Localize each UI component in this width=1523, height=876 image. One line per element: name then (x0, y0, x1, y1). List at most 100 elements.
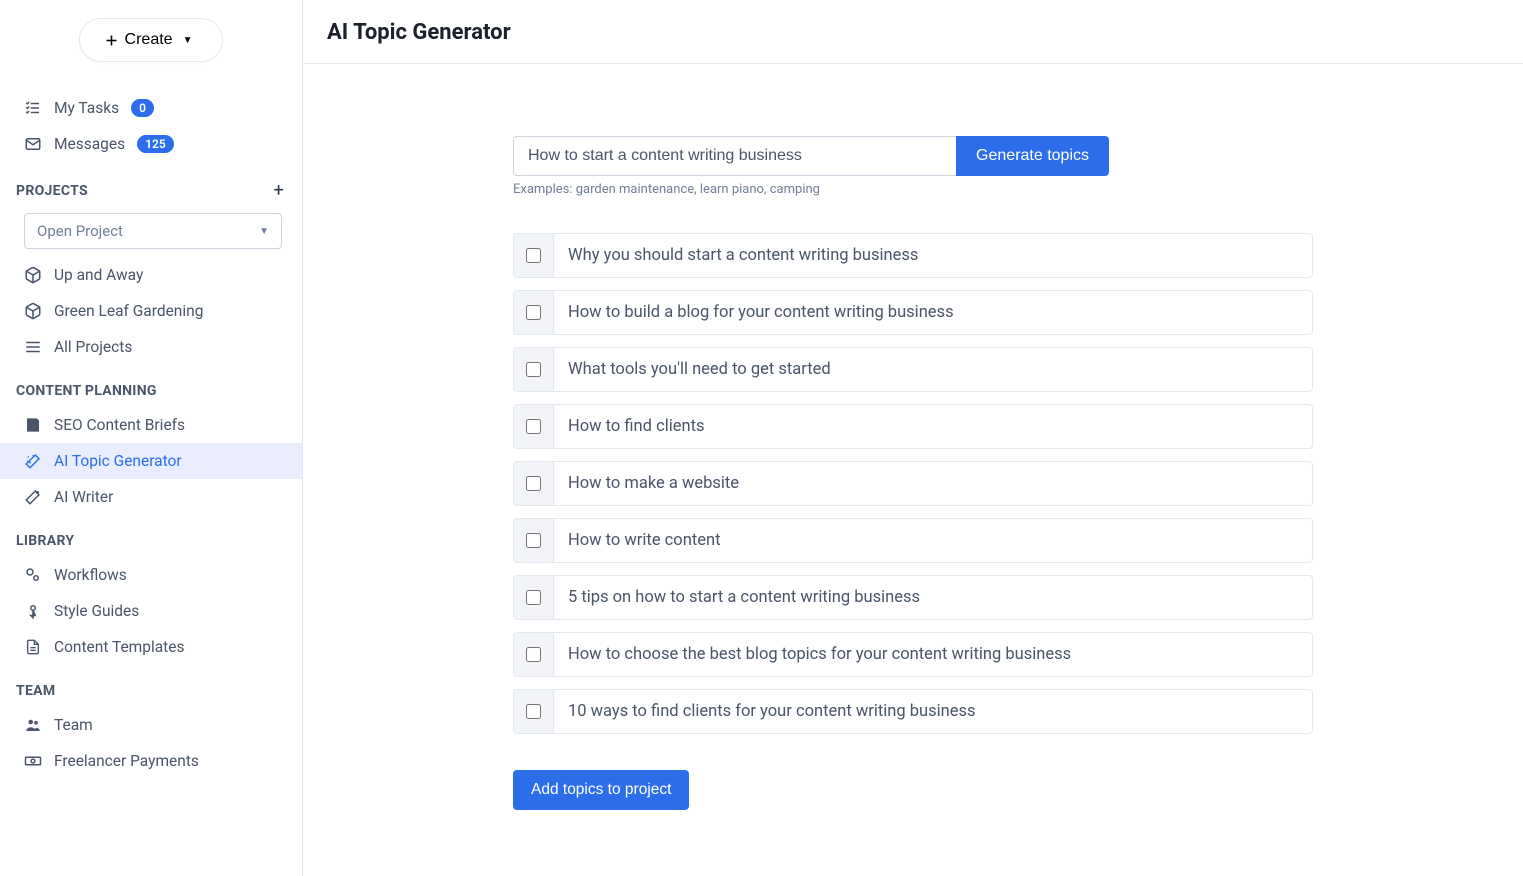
sidebar-item-all-projects[interactable]: All Projects (0, 329, 302, 365)
wand-icon (24, 488, 42, 506)
open-project-select[interactable]: Open Project ▼ (24, 213, 282, 249)
sidebar-item-label: All Projects (54, 338, 132, 356)
topic-checkbox-wrap (514, 462, 554, 505)
section-head-label: LIBRARY (16, 533, 74, 549)
chevron-down-icon: ▼ (259, 226, 269, 237)
section-head-label: PROJECTS (16, 183, 88, 199)
topic-text: Why you should start a content writing b… (554, 234, 1312, 277)
topic-checkbox[interactable] (526, 704, 541, 719)
topic-checkbox-wrap (514, 576, 554, 619)
plus-icon (104, 33, 119, 48)
sidebar-item-messages[interactable]: Messages 125 (0, 126, 302, 162)
create-button[interactable]: Create ▼ (79, 18, 224, 62)
box-icon (24, 266, 42, 284)
examples-text: Examples: garden maintenance, learn pian… (513, 182, 1313, 197)
badge-count: 125 (137, 135, 174, 153)
topic-text: 5 tips on how to start a content writing… (554, 576, 1312, 619)
topic-checkbox-wrap (514, 291, 554, 334)
add-topics-button[interactable]: Add topics to project (513, 770, 689, 810)
box-icon (24, 302, 42, 320)
topic-checkbox-wrap (514, 519, 554, 562)
sidebar-item-label: Freelancer Payments (54, 752, 199, 770)
topic-row: How to build a blog for your content wri… (513, 290, 1313, 335)
badge-count: 0 (131, 99, 154, 117)
topic-text: How to choose the best blog topics for y… (554, 633, 1312, 676)
sidebar-item-label: AI Writer (54, 488, 113, 506)
main: AI Topic Generator Generate topics Examp… (303, 0, 1523, 876)
topic-checkbox-wrap (514, 348, 554, 391)
topic-row: Why you should start a content writing b… (513, 233, 1313, 278)
topic-row: How to write content (513, 518, 1313, 563)
topic-checkbox-wrap (514, 633, 554, 676)
topic-text: What tools you'll need to get started (554, 348, 1312, 391)
generate-topics-button[interactable]: Generate topics (956, 136, 1109, 176)
topic-input[interactable] (513, 136, 956, 176)
sidebar-item-label: SEO Content Briefs (54, 416, 185, 434)
sidebar-item-workflows[interactable]: Workflows (0, 557, 302, 593)
topic-checkbox[interactable] (526, 248, 541, 263)
sidebar-item-my-tasks[interactable]: My Tasks 0 (0, 90, 302, 126)
file-icon (24, 638, 42, 656)
section-head-label: CONTENT PLANNING (16, 383, 157, 399)
create-label: Create (125, 31, 173, 49)
sidebar-item-style-guides[interactable]: Style Guides (0, 593, 302, 629)
money-icon (24, 752, 42, 770)
topic-checkbox-wrap (514, 690, 554, 733)
topic-text: How to build a blog for your content wri… (554, 291, 1312, 334)
tasks-icon (24, 99, 42, 117)
sidebar-item-label: Team (54, 716, 93, 734)
ruler-icon (24, 602, 42, 620)
magic-wand-icon (24, 452, 42, 470)
users-icon (24, 716, 42, 734)
menu-icon (24, 338, 42, 356)
sidebar-item-project[interactable]: Up and Away (0, 257, 302, 293)
sidebar-item-label: Messages (54, 135, 125, 153)
topic-checkbox-wrap (514, 405, 554, 448)
topic-row: 10 ways to find clients for your content… (513, 689, 1313, 734)
section-head-team: TEAM (0, 665, 302, 707)
topic-row: How to make a website (513, 461, 1313, 506)
sidebar: Create ▼ My Tasks 0 Messages 125 PROJECT… (0, 0, 303, 876)
topic-checkbox[interactable] (526, 362, 541, 377)
sidebar-item-seo-briefs[interactable]: SEO Content Briefs (0, 407, 302, 443)
topic-row: What tools you'll need to get started (513, 347, 1313, 392)
topic-checkbox[interactable] (526, 647, 541, 662)
sidebar-item-team[interactable]: Team (0, 707, 302, 743)
envelope-icon (24, 135, 42, 153)
topic-checkbox[interactable] (526, 305, 541, 320)
gears-icon (24, 566, 42, 584)
sidebar-item-label: Green Leaf Gardening (54, 302, 203, 320)
sidebar-item-ai-topic-generator[interactable]: AI Topic Generator (0, 443, 302, 479)
topic-text: 10 ways to find clients for your content… (554, 690, 1312, 733)
topic-row: How to choose the best blog topics for y… (513, 632, 1313, 677)
plus-icon[interactable]: + (273, 180, 284, 201)
topic-text: How to find clients (554, 405, 1312, 448)
sidebar-item-label: My Tasks (54, 99, 119, 117)
topic-row: 5 tips on how to start a content writing… (513, 575, 1313, 620)
sidebar-item-label: Content Templates (54, 638, 184, 656)
sidebar-item-label: Up and Away (54, 266, 143, 284)
section-head-content-planning: CONTENT PLANNING (0, 365, 302, 407)
sidebar-item-ai-writer[interactable]: AI Writer (0, 479, 302, 515)
note-icon (24, 417, 42, 433)
sidebar-item-label: Workflows (54, 566, 127, 584)
topic-checkbox[interactable] (526, 419, 541, 434)
topic-checkbox[interactable] (526, 476, 541, 491)
topic-checkbox-wrap (514, 234, 554, 277)
topic-row: How to find clients (513, 404, 1313, 449)
chevron-down-icon: ▼ (183, 35, 193, 46)
sidebar-item-label: Style Guides (54, 602, 139, 620)
section-head-library: LIBRARY (0, 515, 302, 557)
section-head-label: TEAM (16, 683, 55, 699)
topic-checkbox[interactable] (526, 590, 541, 605)
page-title: AI Topic Generator (303, 0, 1523, 64)
topic-text: How to write content (554, 519, 1312, 562)
open-project-label: Open Project (37, 222, 123, 240)
section-head-projects: PROJECTS + (0, 162, 302, 209)
sidebar-item-freelancer-payments[interactable]: Freelancer Payments (0, 743, 302, 779)
sidebar-item-project[interactable]: Green Leaf Gardening (0, 293, 302, 329)
sidebar-item-content-templates[interactable]: Content Templates (0, 629, 302, 665)
sidebar-item-label: AI Topic Generator (54, 452, 182, 470)
topic-text: How to make a website (554, 462, 1312, 505)
topic-checkbox[interactable] (526, 533, 541, 548)
